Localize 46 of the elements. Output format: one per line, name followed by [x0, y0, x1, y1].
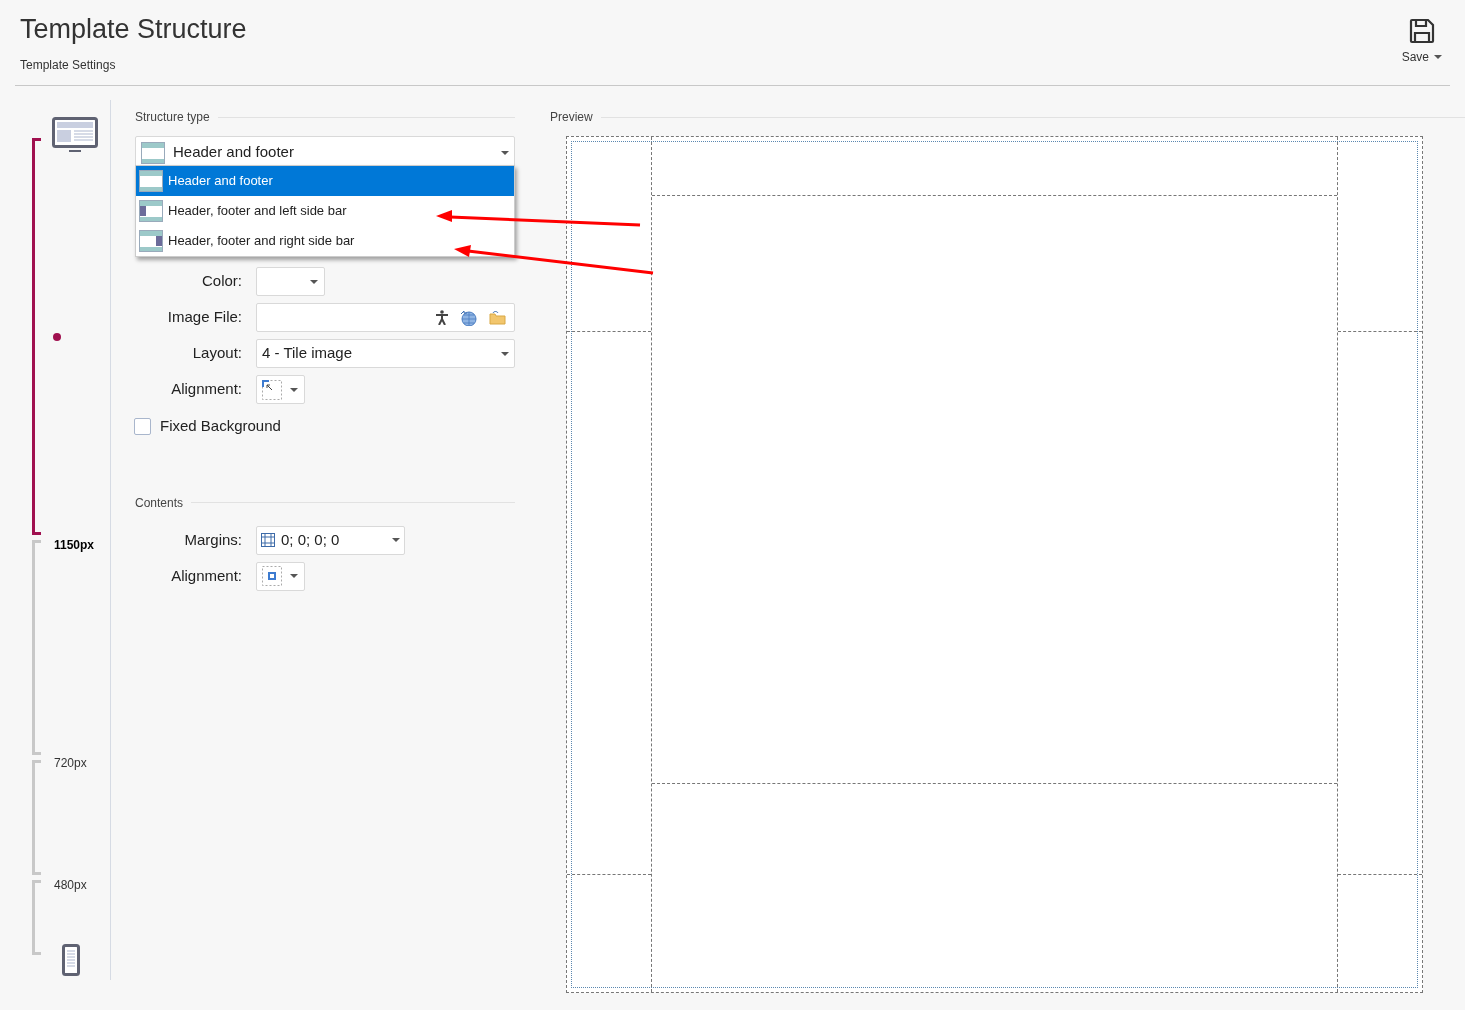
field-label: Alignment: — [170, 565, 242, 586]
alignment-dropdown[interactable] — [256, 375, 305, 404]
caret-icon — [1434, 55, 1442, 59]
desktop-monitor-icon[interactable] — [52, 117, 98, 153]
breakpoint-label[interactable]: 480px — [54, 876, 87, 894]
section-label: Preview — [550, 109, 593, 126]
caret-icon — [310, 279, 318, 284]
page-title: Template Structure — [20, 13, 247, 46]
field-label: Color: — [201, 271, 242, 292]
caret-icon — [501, 150, 509, 155]
caret-icon — [392, 538, 400, 542]
image-file-field[interactable] — [256, 303, 515, 332]
section-label: Structure type — [135, 109, 210, 126]
dropdown-option[interactable]: Header, footer and left side bar — [136, 196, 514, 226]
color-picker[interactable] — [256, 267, 325, 296]
save-icon — [1408, 18, 1435, 44]
page-subtitle: Template Settings — [20, 57, 117, 74]
field-label: Layout: — [191, 343, 242, 364]
accessibility-person-icon[interactable] — [436, 310, 448, 325]
layout-icon — [139, 230, 163, 252]
checkbox[interactable] — [134, 417, 151, 435]
top-left-alignment-icon — [262, 379, 282, 400]
breakpoint-label[interactable]: 1150px — [54, 536, 95, 554]
center-alignment-icon — [262, 566, 282, 586]
dropdown-option[interactable]: Header, footer and right side bar — [136, 226, 514, 256]
section-label: Contents — [135, 494, 184, 512]
breakpoint-label[interactable]: 720px — [54, 754, 87, 772]
dropdown-option[interactable]: Header and footer — [136, 166, 514, 196]
caret-icon — [290, 387, 298, 392]
alignment-dropdown[interactable] — [256, 561, 305, 591]
checkbox-label: Fixed Background — [160, 416, 281, 436]
layout-dropdown[interactable]: 4 - Tile image — [256, 339, 515, 368]
caret-icon — [290, 574, 298, 578]
globe-icon[interactable] — [460, 309, 477, 326]
layout-icon — [139, 200, 163, 222]
layout-icon — [139, 170, 163, 192]
folder-icon[interactable] — [489, 310, 506, 325]
mobile-phone-icon[interactable] — [62, 944, 80, 976]
grid-icon — [261, 533, 275, 547]
field-label: Image File: — [166, 307, 242, 328]
save-button[interactable]: Save — [1401, 18, 1442, 68]
field-label: Alignment: — [170, 379, 242, 400]
caret-icon — [501, 351, 509, 356]
breakpoint-range-bracket[interactable] — [32, 138, 41, 535]
margins-dropdown[interactable]: 0; 0; 0; 0 — [256, 525, 405, 555]
field-label: Margins: — [183, 529, 242, 550]
